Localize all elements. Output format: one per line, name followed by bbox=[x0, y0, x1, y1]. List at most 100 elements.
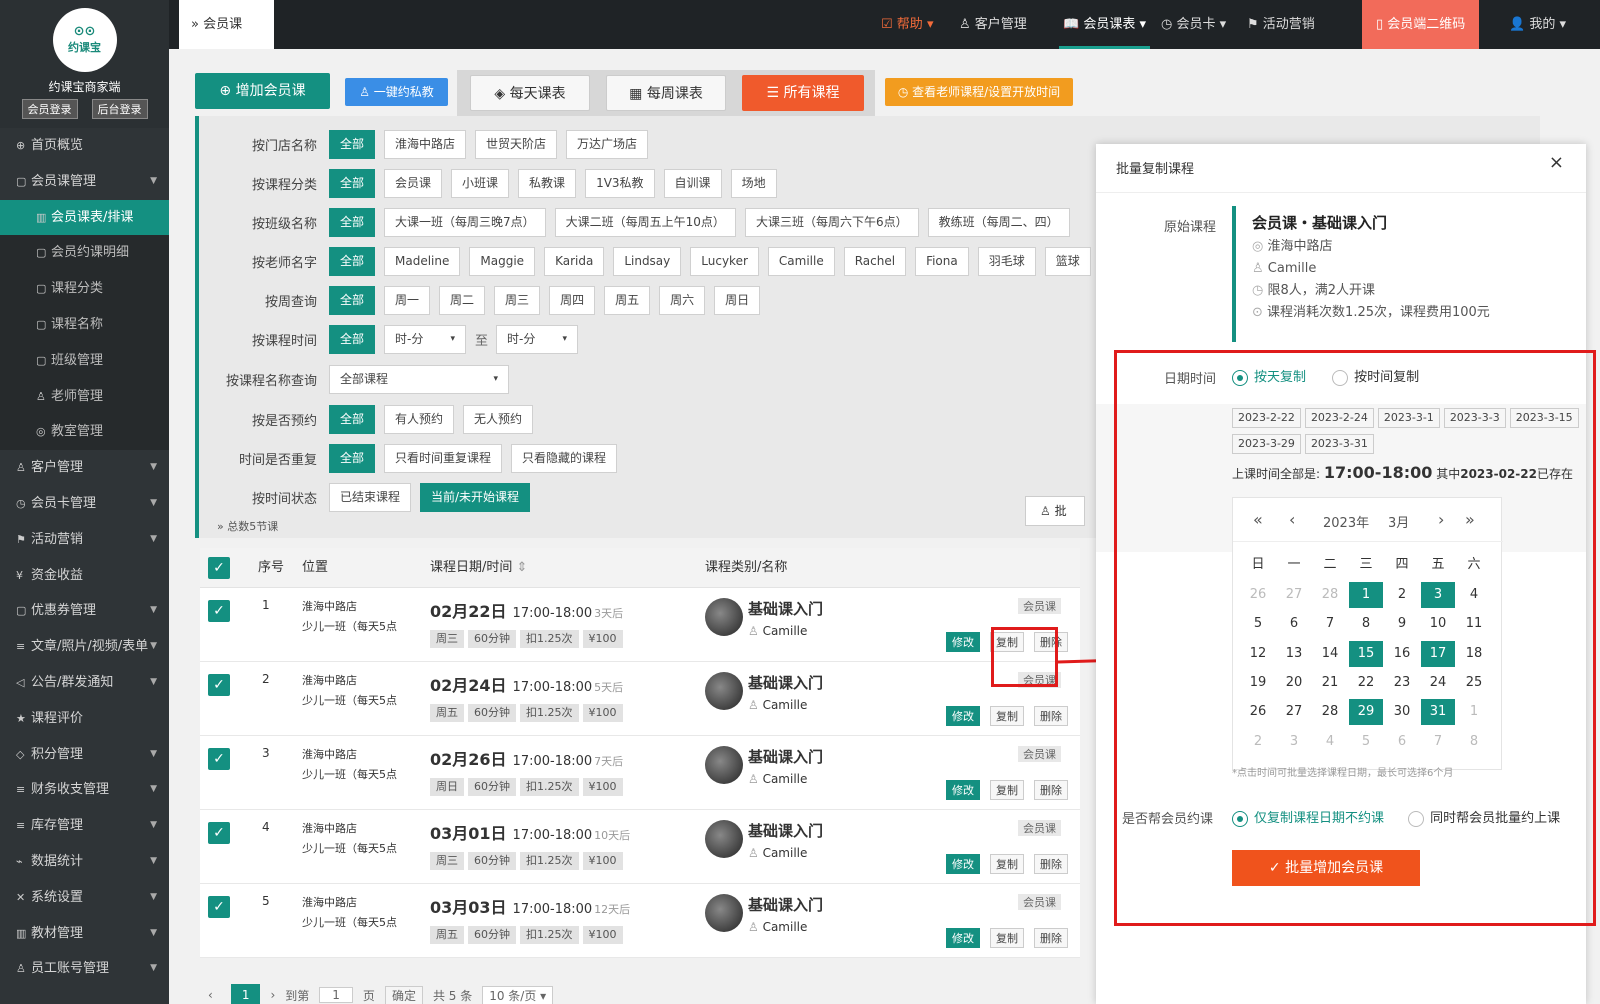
course-name-select[interactable]: 全部课程 ▾ bbox=[329, 364, 509, 394]
select-all-checkbox[interactable]: ✓ bbox=[208, 557, 230, 579]
delete-button[interactable]: 删除 bbox=[1034, 780, 1068, 800]
filter-chip[interactable]: Lucyker bbox=[690, 246, 759, 276]
filter-chip[interactable]: 周五 bbox=[604, 285, 651, 315]
time-from-select[interactable]: 时-分 ▾ bbox=[384, 324, 467, 354]
filter-chip[interactable]: 全部 bbox=[329, 207, 376, 237]
row-checkbox[interactable]: ✓ bbox=[208, 748, 230, 770]
sidebar-item[interactable]: ▢ 班级管理 bbox=[0, 342, 169, 379]
filter-chip[interactable]: 自训课 bbox=[663, 168, 722, 198]
teacher-schedule-button[interactable]: ◷ 查看老师课程/设置开放时间 bbox=[885, 78, 1073, 106]
filter-chip[interactable]: 当前/未开始课程 bbox=[420, 482, 531, 512]
one-click-private-button[interactable]: ♙ 一键约私教 bbox=[345, 78, 448, 106]
activity-menu[interactable]: ⚑ 活动营销 bbox=[1247, 0, 1315, 49]
filter-chip[interactable]: 全部 bbox=[329, 285, 376, 315]
filter-chip[interactable]: Fiona bbox=[915, 246, 969, 276]
sidebar-item[interactable]: ✕ 系统设置 ▼ bbox=[0, 880, 169, 916]
sidebar-item[interactable]: ◎ 教室管理 bbox=[0, 414, 169, 451]
sidebar-item[interactable]: ≡ 财务收支管理 ▼ bbox=[0, 772, 169, 808]
next-page-icon[interactable]: › bbox=[270, 988, 275, 1002]
filter-chip[interactable]: Lindsay bbox=[613, 246, 682, 276]
filter-chip[interactable]: 全部 bbox=[329, 324, 376, 354]
row-checkbox[interactable]: ✓ bbox=[208, 600, 230, 622]
sidebar-item[interactable]: ▥ 会员课表/排课 bbox=[0, 199, 169, 236]
filter-chip[interactable]: 周日 bbox=[714, 285, 761, 315]
sidebar-item[interactable]: ⚑ 活动营销 ▼ bbox=[0, 522, 169, 558]
filter-chip[interactable]: 只看时间重复课程 bbox=[384, 443, 503, 473]
sidebar-item[interactable]: ♙ 员工账号管理 ▼ bbox=[0, 951, 169, 987]
sidebar-item[interactable]: ▥ 教材管理 ▼ bbox=[0, 916, 169, 952]
goto-input[interactable]: 1 bbox=[319, 987, 353, 1003]
filter-chip[interactable]: 周四 bbox=[549, 285, 596, 315]
copy-button[interactable]: 复制 bbox=[990, 928, 1024, 948]
filter-chip[interactable]: 世贸天阶店 bbox=[475, 129, 558, 159]
filter-chip[interactable]: 周三 bbox=[494, 285, 541, 315]
sidebar-item[interactable]: ▢ 会员约课明细 bbox=[0, 235, 169, 272]
sidebar-item[interactable]: ▢ 优惠券管理 ▼ bbox=[0, 593, 169, 629]
sidebar-item[interactable]: ¥ 资金收益 bbox=[0, 558, 169, 594]
sidebar-item[interactable]: ▢ 课程名称 bbox=[0, 306, 169, 343]
filter-chip[interactable]: 全部 bbox=[329, 404, 376, 434]
filter-chip[interactable]: 1V3私教 bbox=[585, 168, 655, 198]
edit-button[interactable]: 修改 bbox=[946, 780, 980, 800]
filter-chip[interactable]: 淮海中路店 bbox=[384, 129, 467, 159]
delete-button[interactable]: 删除 bbox=[1034, 928, 1068, 948]
sidebar-item[interactable]: ▢ 课程分类 bbox=[0, 271, 169, 307]
filter-chip[interactable]: 全部 bbox=[329, 246, 376, 276]
row-checkbox[interactable]: ✓ bbox=[208, 674, 230, 696]
filter-chip[interactable]: 教练班（每周二、四） bbox=[927, 207, 1070, 237]
filter-chip[interactable]: 万达广场店 bbox=[566, 129, 649, 159]
delete-button[interactable]: 删除 bbox=[1034, 854, 1068, 874]
filter-chip[interactable]: 羽毛球 bbox=[977, 246, 1036, 276]
batch-button[interactable]: ♙ 批 bbox=[1025, 496, 1085, 526]
weekly-view-button[interactable]: ▦ 每周课表 bbox=[606, 75, 726, 111]
sidebar-item[interactable]: ◇ 积分管理 ▼ bbox=[0, 737, 169, 773]
page-size-select[interactable]: 10 条/页 ▾ bbox=[482, 985, 554, 1004]
filter-chip[interactable]: Karida bbox=[544, 246, 605, 276]
filter-chip[interactable]: Rachel bbox=[843, 246, 907, 276]
sidebar-item[interactable]: ≡ 文章/照片/视频/表单 ▼ bbox=[0, 629, 169, 665]
edit-button[interactable]: 修改 bbox=[946, 928, 980, 948]
filter-chip[interactable]: Madeline bbox=[384, 246, 461, 276]
daily-view-button[interactable]: ◈ 每天课表 bbox=[470, 75, 590, 111]
all-courses-button[interactable]: ☰ 所有课程 bbox=[742, 75, 864, 111]
filter-chip[interactable]: 周二 bbox=[439, 285, 486, 315]
filter-chip[interactable]: 周一 bbox=[384, 285, 431, 315]
sidebar-item[interactable]: ⊕ 首页概览 bbox=[0, 128, 169, 164]
sidebar-item[interactable]: ★ 课程评价 bbox=[0, 701, 169, 737]
filter-chip[interactable]: 已结束课程 bbox=[329, 482, 412, 512]
time-to-select[interactable]: 时-分 ▾ bbox=[496, 324, 579, 354]
prev-page-icon[interactable]: ‹ bbox=[200, 988, 221, 1002]
confirm-button[interactable]: 确定 bbox=[384, 985, 423, 1004]
sidebar-item[interactable]: ◷ 会员卡管理 ▼ bbox=[0, 486, 169, 522]
header-datetime[interactable]: 课程日期/时间 ⇕ bbox=[430, 548, 527, 588]
member-login-button[interactable]: 会员登录 bbox=[21, 99, 78, 119]
my-menu[interactable]: 👤 我的 ▾ bbox=[1509, 0, 1566, 49]
filter-chip[interactable]: 大课二班（每周五上午10点） bbox=[554, 207, 736, 237]
filter-chip[interactable]: 全部 bbox=[329, 443, 376, 473]
copy-button[interactable]: 复制 bbox=[990, 854, 1024, 874]
close-icon[interactable]: × bbox=[1549, 152, 1564, 173]
row-checkbox[interactable]: ✓ bbox=[208, 896, 230, 918]
filter-chip[interactable]: 篮球 bbox=[1044, 246, 1091, 276]
sidebar-item[interactable]: ≡ 库存管理 ▼ bbox=[0, 808, 169, 844]
page-number[interactable]: 1 bbox=[230, 984, 261, 1004]
sidebar-item[interactable]: ♙ 老师管理 bbox=[0, 378, 169, 415]
delete-button[interactable]: 删除 bbox=[1034, 706, 1068, 726]
filter-chip[interactable]: 大课三班（每周六下午6点） bbox=[744, 207, 919, 237]
filter-chip[interactable]: 无人预约 bbox=[463, 404, 534, 434]
customer-menu[interactable]: ♙ 客户管理 bbox=[959, 0, 1027, 49]
filter-chip[interactable]: 会员课 bbox=[384, 168, 443, 198]
edit-button[interactable]: 修改 bbox=[946, 706, 980, 726]
filter-chip[interactable]: 全部 bbox=[329, 129, 376, 159]
filter-chip[interactable]: Maggie bbox=[469, 246, 536, 276]
card-menu[interactable]: ◷ 会员卡 ▾ bbox=[1161, 0, 1226, 49]
filter-chip[interactable]: 场地 bbox=[730, 168, 777, 198]
copy-button[interactable]: 复制 bbox=[990, 706, 1024, 726]
filter-chip[interactable]: 有人预约 bbox=[384, 404, 455, 434]
admin-login-button[interactable]: 后台登录 bbox=[91, 99, 148, 119]
edit-button[interactable]: 修改 bbox=[946, 854, 980, 874]
sidebar-item[interactable]: ▢ 会员课管理 ▼ bbox=[0, 164, 169, 200]
add-course-button[interactable]: ⊕ 增加会员课 bbox=[195, 73, 330, 109]
help-menu[interactable]: ☑ 帮助 ▾ bbox=[881, 0, 933, 49]
filter-chip[interactable]: 只看隐藏的课程 bbox=[511, 443, 618, 473]
